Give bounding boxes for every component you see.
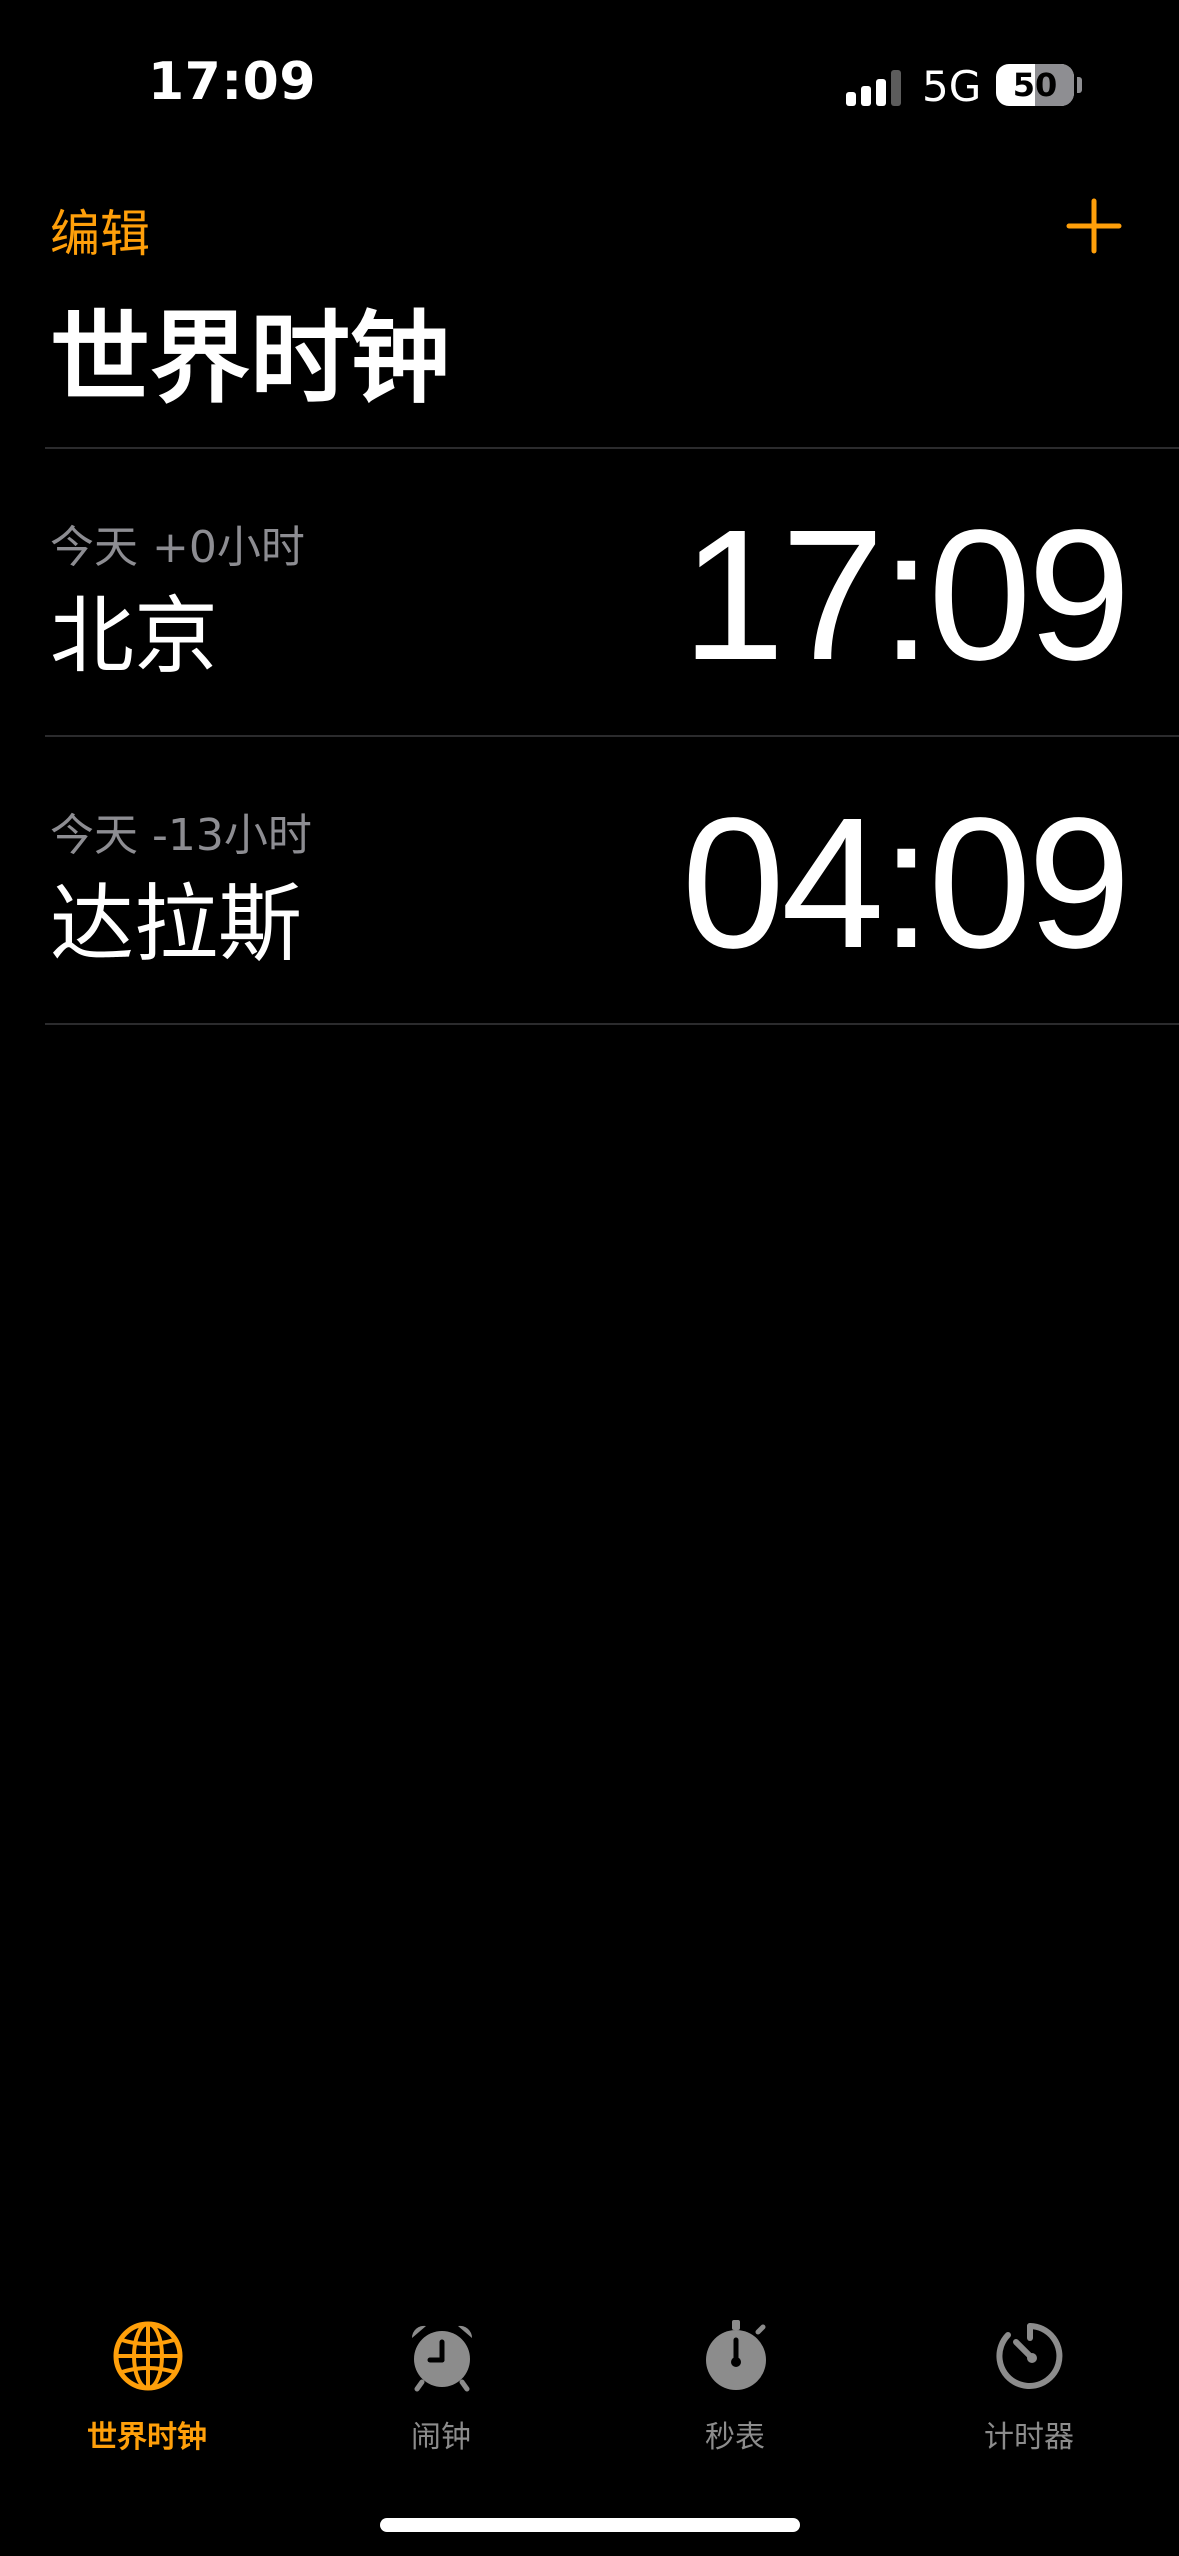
battery-level: 50 (1012, 66, 1058, 104)
clock-row-dallas[interactable]: 今天 -13小时 达拉斯 04:09 (0, 737, 1179, 1023)
battery-icon: 50 (996, 64, 1074, 106)
alarm-clock-icon (411, 2325, 473, 2392)
edit-button[interactable]: 编辑 (50, 194, 150, 266)
tab-label: 计时器 (984, 2420, 1074, 2455)
tab-timer[interactable]: 计时器 (882, 2300, 1176, 2480)
status-time: 17:09 (148, 52, 317, 112)
network-type: 5G (922, 62, 982, 111)
clock-time: 17:09 (681, 492, 1131, 699)
stopwatch-icon (706, 2320, 766, 2390)
tab-bar: 世界时钟 闹钟 秒表 计时器 (0, 2300, 1179, 2480)
plus-icon (1066, 198, 1122, 254)
battery-tip (1077, 77, 1082, 93)
globe-icon (113, 2321, 183, 2391)
clock-row-beijing[interactable]: 今天 +0小时 北京 17:09 (0, 449, 1179, 735)
clock-city: 达拉斯 (50, 875, 303, 973)
divider (45, 1023, 1179, 1025)
clock-offset: 今天 +0小时 (50, 522, 305, 573)
tab-label: 世界时钟 (87, 2420, 207, 2455)
clock-time: 04:09 (681, 780, 1131, 987)
page-title: 世界时钟 (50, 300, 450, 417)
add-button[interactable] (1066, 198, 1122, 254)
home-indicator[interactable] (380, 2518, 800, 2532)
tab-stopwatch[interactable]: 秒表 (588, 2300, 882, 2480)
tab-alarm[interactable]: 闹钟 (294, 2300, 588, 2480)
timer-icon (996, 2323, 1063, 2389)
cellular-signal-icon (846, 70, 904, 106)
clock-city: 北京 (50, 587, 219, 685)
tab-world-clock[interactable]: 世界时钟 (0, 2300, 294, 2480)
tab-label: 闹钟 (411, 2420, 471, 2455)
clock-offset: 今天 -13小时 (50, 810, 312, 861)
tab-label: 秒表 (705, 2420, 765, 2455)
